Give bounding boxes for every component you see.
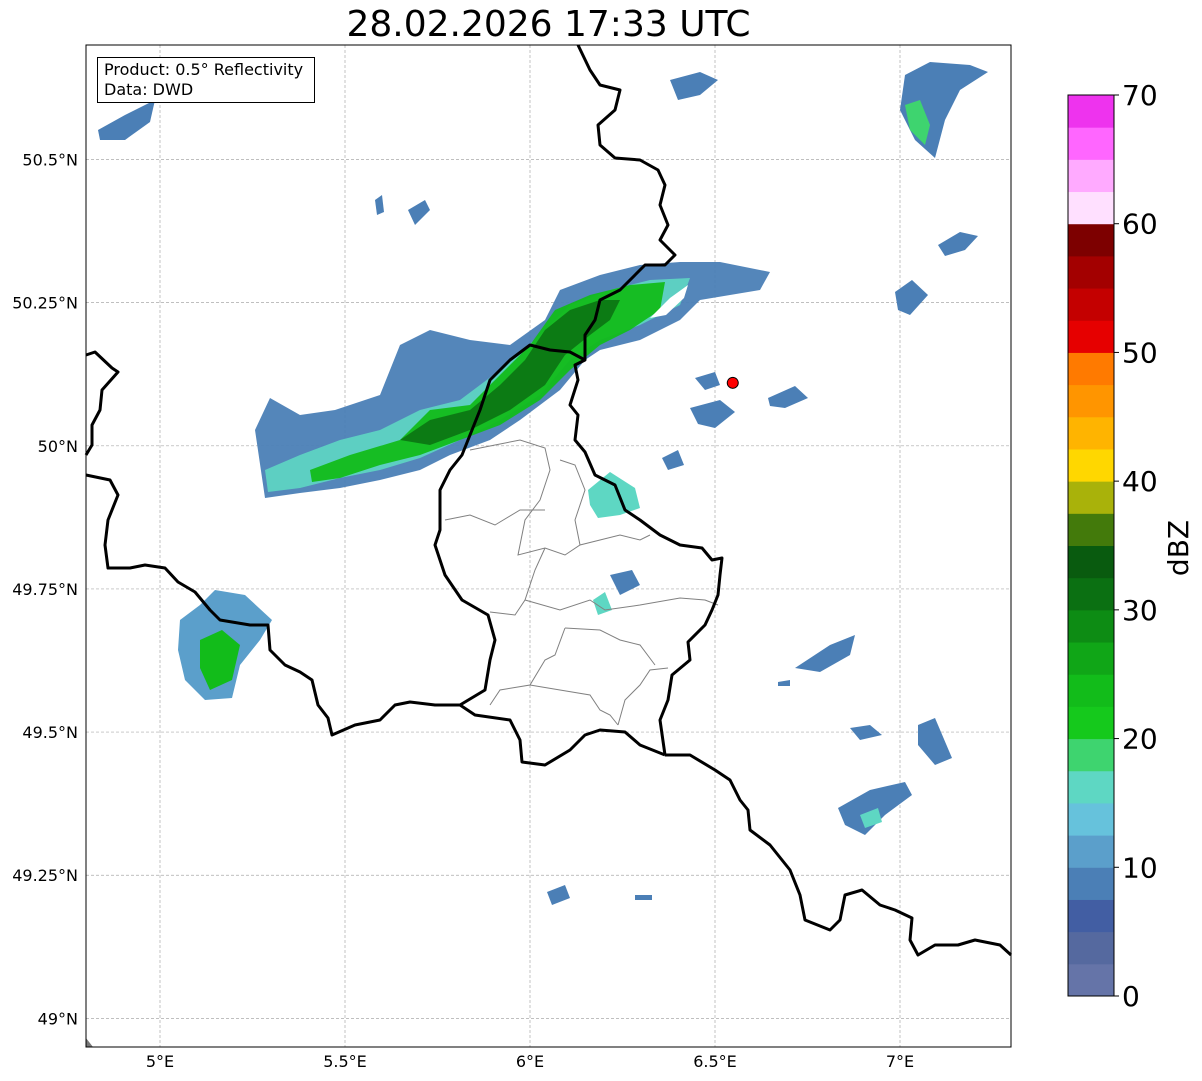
colorbar-segment: [1068, 320, 1114, 353]
lat-tick-label: 50.5°N: [22, 151, 78, 170]
colorbar-segment: [1068, 931, 1114, 965]
info-data-source: Data: DWD: [104, 80, 194, 99]
colorbar-tick-label: 10: [1122, 851, 1158, 884]
colorbar-segment: [1068, 706, 1114, 740]
colorbar-segment: [1068, 223, 1114, 257]
colorbar-title: dBZ: [1162, 520, 1195, 576]
lon-tick-label: 6°E: [516, 1052, 544, 1071]
colorbar-segment: [1068, 416, 1114, 450]
colorbar-segment: [1068, 545, 1114, 579]
colorbar-tick-label: 60: [1122, 208, 1158, 241]
colorbar-segment: [1068, 513, 1114, 546]
lon-tick-label: 6.5°E: [693, 1052, 737, 1071]
colorbar-segment: [1068, 899, 1114, 933]
colorbar-segment: [1068, 609, 1114, 643]
lon-tick-label: 7°E: [886, 1052, 914, 1071]
colorbar-segment: [1068, 127, 1114, 160]
radar-map: 5°E 5.5°E 6°E 6.5°E 7°E 49°N 49.25°N 49.5°N 49.7…: [12, 44, 1195, 1071]
colorbar-segment: [1068, 770, 1114, 804]
info-box: Product: 0.5° Reflectivity Data: DWD: [97, 57, 315, 103]
colorbar-segment: [1068, 448, 1114, 482]
colorbar-segment: [1068, 255, 1114, 289]
colorbar: 0 10 20 30 40 50 60 70: [1067, 79, 1158, 1013]
colorbar-segment: [1068, 481, 1114, 514]
colorbar-segment: [1068, 642, 1114, 675]
colorbar-segment: [1068, 95, 1114, 128]
lat-tick-label: 49°N: [38, 1009, 78, 1028]
colorbar-tick-label: 70: [1122, 79, 1158, 112]
radar-site-marker: [726, 376, 739, 389]
colorbar-segment: [1068, 577, 1114, 611]
colorbar-segment: [1068, 159, 1114, 193]
colorbar-tick-label: 0: [1122, 980, 1140, 1013]
lon-tick-label: 5°E: [146, 1052, 174, 1071]
lat-tick-label: 50°N: [38, 437, 78, 456]
lat-tick-label: 49.5°N: [22, 723, 78, 742]
colorbar-segment: [1068, 802, 1114, 836]
colorbar-segment: [1068, 191, 1114, 225]
colorbar-segment: [1068, 835, 1114, 868]
colorbar-tick-label: 20: [1122, 723, 1158, 756]
colorbar-tick-label: 40: [1122, 465, 1158, 498]
colorbar-segment: [1068, 867, 1114, 900]
colorbar-segment: [1068, 384, 1114, 418]
colorbar-segment: [1068, 674, 1114, 707]
lat-tick-label: 50.25°N: [12, 294, 78, 313]
colorbar-tick-label: 50: [1122, 336, 1158, 369]
lat-tick-label: 49.25°N: [12, 866, 78, 885]
lat-tick-label: 49.75°N: [12, 580, 78, 599]
colorbar-segment: [1068, 288, 1114, 321]
colorbar-segment: [1068, 738, 1114, 772]
colorbar-segment: [1068, 352, 1114, 386]
colorbar-segment: [1068, 963, 1114, 997]
lon-tick-label: 5.5°E: [323, 1052, 367, 1071]
colorbar-tick-label: 30: [1122, 594, 1158, 627]
echo-cell: [635, 895, 652, 900]
info-product: Product: 0.5° Reflectivity: [104, 60, 304, 79]
